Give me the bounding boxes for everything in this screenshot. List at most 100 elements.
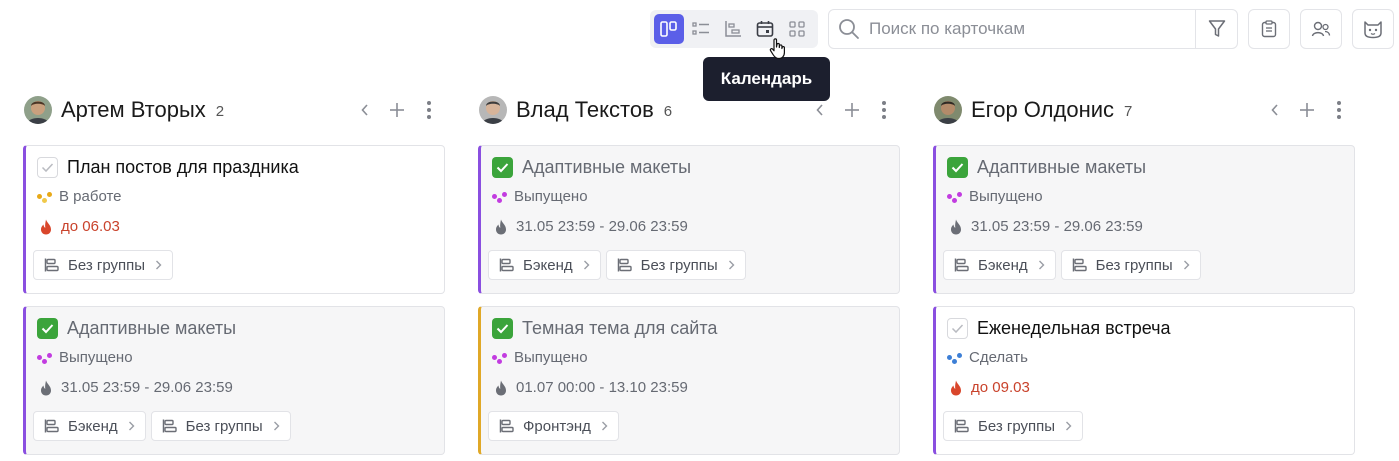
- group-tag[interactable]: Без группы: [150, 411, 291, 441]
- users-button[interactable]: [1300, 9, 1342, 49]
- search-input[interactable]: [869, 19, 1189, 39]
- task-checkbox[interactable]: [37, 157, 58, 178]
- column: Влад Текстов 6 Адаптивные макеты Выпущен…: [478, 95, 900, 455]
- plus-icon: [390, 103, 404, 117]
- group-tag[interactable]: Бэкенд: [33, 411, 146, 441]
- card-groups: Бэкенд Без группы: [488, 250, 746, 280]
- status-label: Выпущено: [969, 188, 1043, 205]
- card-title[interactable]: Адаптивные макеты: [522, 157, 691, 178]
- group-icon: [954, 419, 970, 433]
- fire-icon: [951, 219, 961, 234]
- fire-icon: [496, 380, 506, 395]
- card-title[interactable]: Адаптивные макеты: [67, 318, 236, 339]
- collapse-column-button[interactable]: [1259, 95, 1291, 125]
- status-dots-icon: [37, 352, 53, 364]
- column-menu-button[interactable]: [413, 95, 445, 125]
- group-tag[interactable]: Фронтэнд: [488, 411, 619, 441]
- group-icon: [162, 419, 178, 433]
- task-checkbox[interactable]: [37, 318, 58, 339]
- card-header: Адаптивные макеты: [947, 157, 1146, 178]
- gantt-view-icon: [725, 21, 741, 37]
- status-dots-icon: [947, 352, 963, 364]
- group-tag[interactable]: Бэкенд: [943, 250, 1056, 280]
- group-tag-label: Без группы: [185, 417, 263, 435]
- mascot-button[interactable]: [1352, 9, 1394, 49]
- add-card-button[interactable]: [381, 95, 413, 125]
- fire-icon: [496, 219, 506, 234]
- task-checkbox[interactable]: [492, 157, 513, 178]
- card-date[interactable]: 31.05 23:59 - 29.06 23:59: [950, 218, 1143, 235]
- column-actions: [1259, 95, 1355, 125]
- more-vertical-icon: [882, 101, 886, 119]
- add-card-button[interactable]: [1291, 95, 1323, 125]
- status-label: В работе: [59, 188, 122, 205]
- column-card-count: 2: [215, 102, 225, 120]
- filter-button[interactable]: [1195, 10, 1237, 48]
- card-status[interactable]: Выпущено: [947, 188, 1043, 205]
- card-header: Еженедельная встреча: [947, 318, 1171, 339]
- clipboard-button[interactable]: [1248, 9, 1290, 49]
- task-checkbox[interactable]: [947, 318, 968, 339]
- card-title[interactable]: Еженедельная встреча: [977, 318, 1171, 339]
- card-status[interactable]: Сделать: [947, 349, 1028, 366]
- column-menu-button[interactable]: [1323, 95, 1355, 125]
- group-icon: [44, 419, 60, 433]
- calendar-tooltip: Календарь: [703, 57, 830, 101]
- card-title[interactable]: Темная тема для сайта: [522, 318, 717, 339]
- task-card[interactable]: Еженедельная встреча Сделать до 09.03 Бе…: [933, 306, 1355, 455]
- list-view-button[interactable]: [686, 14, 716, 44]
- card-title[interactable]: План постов для праздника: [67, 157, 299, 178]
- group-tag[interactable]: Без группы: [605, 250, 746, 280]
- task-card[interactable]: Темная тема для сайта Выпущено 01.07 00:…: [478, 306, 900, 455]
- group-tag[interactable]: Без группы: [33, 250, 174, 280]
- plus-icon: [845, 103, 859, 117]
- task-card[interactable]: Адаптивные макеты Выпущено 31.05 23:59 -…: [478, 145, 900, 294]
- group-icon: [617, 258, 633, 272]
- task-checkbox[interactable]: [947, 157, 968, 178]
- card-date[interactable]: до 09.03: [950, 379, 1030, 396]
- board-view-button[interactable]: [654, 14, 684, 44]
- card-date[interactable]: до 06.03: [40, 218, 120, 235]
- card-date[interactable]: 31.05 23:59 - 29.06 23:59: [495, 218, 688, 235]
- group-tag[interactable]: Без группы: [943, 411, 1084, 441]
- card-status[interactable]: Выпущено: [492, 349, 588, 366]
- column-header: Артем Вторых 2: [23, 95, 445, 125]
- chevron-right-icon: [128, 419, 135, 434]
- card-date[interactable]: 01.07 00:00 - 13.10 23:59: [495, 379, 688, 396]
- card-status[interactable]: Выпущено: [37, 349, 133, 366]
- grid-view-icon: [789, 21, 805, 37]
- status-dots-icon: [492, 352, 508, 364]
- collapse-column-button[interactable]: [349, 95, 381, 125]
- group-tag-label: Бэкенд: [68, 417, 118, 435]
- check-icon: [496, 163, 509, 173]
- group-tag-label: Бэкенд: [523, 256, 573, 274]
- list-view-icon: [692, 22, 709, 35]
- card-status[interactable]: В работе: [37, 188, 122, 205]
- card-header: Темная тема для сайта: [492, 318, 717, 339]
- column-menu-button[interactable]: [868, 95, 900, 125]
- task-card[interactable]: План постов для праздника В работе до 06…: [23, 145, 445, 294]
- gantt-view-button[interactable]: [718, 14, 748, 44]
- chevron-right-icon: [155, 258, 162, 273]
- status-dots-icon: [947, 191, 963, 203]
- search-icon: [829, 18, 869, 40]
- status-dots-icon: [492, 191, 508, 203]
- group-tag-label: Без группы: [68, 256, 146, 274]
- view-switcher: [650, 10, 818, 48]
- card-date[interactable]: 31.05 23:59 - 29.06 23:59: [40, 379, 233, 396]
- task-checkbox[interactable]: [492, 318, 513, 339]
- group-tag[interactable]: Без группы: [1060, 250, 1201, 280]
- column-header: Влад Текстов 6: [478, 95, 900, 125]
- fire-icon: [41, 219, 51, 234]
- group-tag-label: Без группы: [978, 417, 1056, 435]
- task-card[interactable]: Адаптивные макеты Выпущено 31.05 23:59 -…: [23, 306, 445, 455]
- chevron-right-icon: [1183, 258, 1190, 273]
- card-title[interactable]: Адаптивные макеты: [977, 157, 1146, 178]
- card-status[interactable]: Выпущено: [492, 188, 588, 205]
- column-header: Егор Олдонис 7: [933, 95, 1355, 125]
- group-icon: [44, 258, 60, 272]
- add-card-button[interactable]: [836, 95, 868, 125]
- chevron-right-icon: [273, 419, 280, 434]
- task-card[interactable]: Адаптивные макеты Выпущено 31.05 23:59 -…: [933, 145, 1355, 294]
- group-tag[interactable]: Бэкенд: [488, 250, 601, 280]
